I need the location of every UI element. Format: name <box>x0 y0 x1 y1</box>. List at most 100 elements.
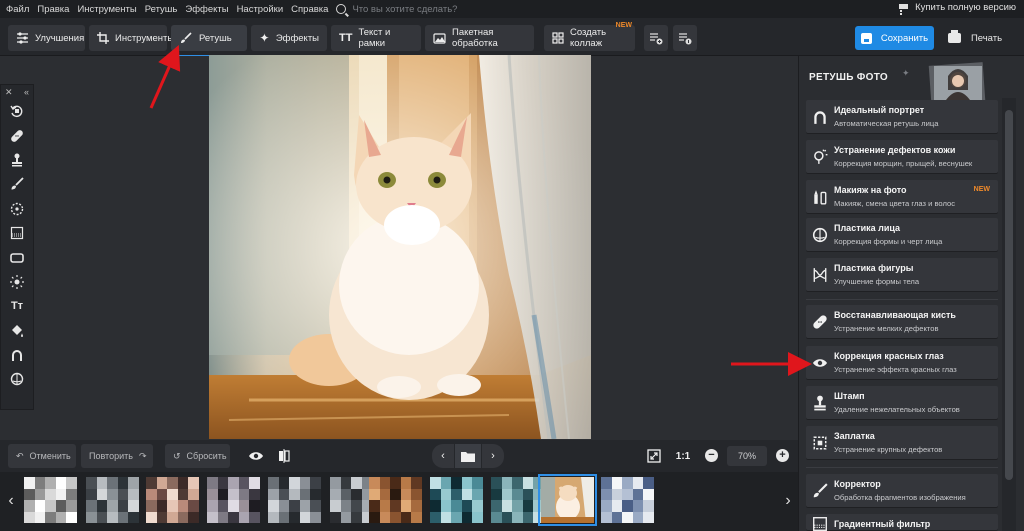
retouch-sample-photo <box>928 62 986 104</box>
sparkle-decor-icon: ✦ <box>902 68 910 78</box>
text-tool[interactable]: Tт <box>1 294 33 318</box>
selection-tool[interactable] <box>1 197 33 221</box>
retouch-card-makeup[interactable]: Макияж на фото Макияж, смена цвета глаз и… <box>806 180 998 214</box>
left-tool-dock: ✕ « Tт <box>0 84 34 410</box>
retouch-card-title: Устранение дефектов кожи <box>834 145 956 155</box>
retouch-card-subtitle: Макияж, смена цвета глаз и волос <box>834 199 956 208</box>
stamp-tool[interactable] <box>1 148 33 172</box>
rounded-rect-icon <box>10 252 24 263</box>
retouch-card-eye[interactable]: Коррекция красных глаз Устранение эффекта… <box>806 346 998 380</box>
zoom-value[interactable]: 70% <box>727 446 767 466</box>
filmstrip-thumbnail[interactable] <box>207 477 260 523</box>
tab-text-frames[interactable]: TT Текст и рамки <box>331 25 421 51</box>
filmstrip-thumbnail[interactable] <box>491 477 544 523</box>
redo-icon: ↷ <box>138 450 147 461</box>
zoom-in-button[interactable]: + <box>776 449 789 462</box>
bottom-bar: ↶ Отменить Повторить ↷ ↺ Сбросить ‹ › 1:… <box>0 440 798 472</box>
app-window: Файл Правка Инструменты Ретушь Эффекты Н… <box>0 0 1024 531</box>
tab-retouch[interactable]: Ретушь <box>171 25 247 57</box>
filmstrip-thumbnail[interactable] <box>24 477 77 523</box>
minus-icon: − <box>708 449 715 461</box>
preview-button[interactable] <box>246 444 266 468</box>
remove-layer-button[interactable] <box>673 25 697 51</box>
menu-effects[interactable]: Эффекты <box>181 4 232 15</box>
filmstrip-thumbnail[interactable] <box>146 477 199 523</box>
tab-collage[interactable]: Создать коллаж NEW <box>544 22 635 51</box>
retouch-card-gradient[interactable]: Градиентный фильтр <box>806 514 998 531</box>
face-shape-tool[interactable] <box>1 367 33 391</box>
filmstrip-thumbnail[interactable] <box>369 477 422 523</box>
tab-batch[interactable]: Пакетная обработка <box>425 25 534 51</box>
zoom-out-button[interactable]: − <box>705 449 718 462</box>
retouch-card-subtitle: Улучшение формы тела <box>834 277 920 286</box>
plus-icon: + <box>779 449 786 461</box>
tab-tools[interactable]: Инструменты <box>89 25 174 51</box>
prev-photo-button[interactable]: ‹ <box>432 444 454 468</box>
retouch-card-subtitle: Коррекция морщин, прыщей, веснушек <box>834 159 973 168</box>
redo-button[interactable]: Повторить ↷ <box>81 444 153 468</box>
filmstrip-thumbnail[interactable] <box>430 477 483 523</box>
retouch-card-patch[interactable]: Заплатка Устранение крупных дефектов <box>806 426 998 460</box>
remove-layers-icon <box>679 33 692 45</box>
retouch-card-skin[interactable]: Устранение дефектов кожи Коррекция морщин… <box>806 140 998 174</box>
reset-button[interactable]: ↺ Сбросить <box>165 444 230 468</box>
stamp-icon <box>812 395 828 411</box>
gradient-tool[interactable] <box>1 221 33 245</box>
retouch-panel-title: РЕТУШЬ ФОТО <box>809 72 888 83</box>
filmstrip-thumbnail-selected[interactable] <box>538 474 597 526</box>
actual-size-button[interactable]: 1:1 <box>672 444 694 468</box>
photo-canvas[interactable] <box>209 55 591 439</box>
retouch-card-portrait[interactable]: Идеальный портрет Автоматическая ретушь л… <box>806 100 998 134</box>
retouch-card-title: Коррекция красных глаз <box>834 351 944 361</box>
menu-help[interactable]: Справка <box>287 4 332 15</box>
retouch-card-subtitle: Автоматическая ретушь лица <box>834 119 939 128</box>
fill-tool[interactable] <box>1 319 33 343</box>
menu-file[interactable]: Файл <box>0 4 33 15</box>
retouch-card-brush[interactable]: Корректор Обработка фрагментов изображени… <box>806 474 998 508</box>
filmstrip-thumbnail[interactable] <box>268 477 321 523</box>
light-tool[interactable] <box>1 270 33 294</box>
reset-icon: ↺ <box>173 450 181 461</box>
search-input[interactable]: Что вы хотите сделать? <box>352 4 457 15</box>
menu-tools[interactable]: Инструменты <box>73 4 140 15</box>
tab-effects[interactable]: ✦ Эффекты <box>251 25 327 51</box>
search-box[interactable]: Что вы хотите сделать? <box>336 4 457 15</box>
compare-icon <box>279 449 290 463</box>
compare-button[interactable] <box>274 444 294 468</box>
chevron-left-icon: ‹ <box>441 450 445 462</box>
add-layer-button[interactable] <box>644 25 668 51</box>
retouch-card-subtitle: Устранение крупных дефектов <box>834 445 943 454</box>
vignette-tool[interactable] <box>1 245 33 269</box>
dock-collapse-icon[interactable]: « <box>24 87 29 97</box>
brush-tool[interactable] <box>1 172 33 196</box>
tab-enhance[interactable]: Улучшения <box>8 25 85 51</box>
filmstrip-next-button[interactable]: › <box>781 490 795 512</box>
undo-label: Отменить <box>29 451 71 461</box>
filmstrip-prev-button[interactable]: ‹ <box>4 490 18 512</box>
fit-screen-button[interactable] <box>644 444 664 468</box>
filmstrip-thumbnail[interactable] <box>601 477 654 523</box>
filmstrip-thumbnail[interactable] <box>86 477 139 523</box>
retouch-card-bandage[interactable]: Восстанавливающая кисть Устранение мелких… <box>806 305 998 339</box>
next-photo-button[interactable]: › <box>482 444 504 468</box>
portrait-tool[interactable] <box>1 343 33 367</box>
text-icon: Tт <box>10 300 24 313</box>
dock-close-icon[interactable]: ✕ <box>5 87 13 98</box>
open-folder-button[interactable] <box>455 444 481 468</box>
save-button[interactable]: Сохранить <box>855 26 934 50</box>
undo-button[interactable]: ↶ Отменить <box>8 444 76 468</box>
menu-settings[interactable]: Настройки <box>233 4 288 15</box>
retouch-card-figure[interactable]: Пластика фигуры Улучшение формы тела <box>806 258 998 292</box>
buy-full-link[interactable]: Купить полную версию <box>897 2 1016 13</box>
rotate-tool[interactable] <box>1 99 33 123</box>
portrait-icon <box>812 109 828 125</box>
retouch-card-stamp[interactable]: Штамп Удаление нежелательных объектов <box>806 386 998 420</box>
patch-icon <box>812 435 828 451</box>
retouch-panel-scroll-thumb[interactable] <box>1005 110 1013 480</box>
reset-label: Сбросить <box>186 451 227 461</box>
healing-tool[interactable] <box>1 123 33 147</box>
menu-retouch[interactable]: Ретушь <box>141 4 182 15</box>
menu-edit[interactable]: Правка <box>33 4 73 15</box>
print-button[interactable]: Печать <box>940 26 1010 50</box>
retouch-card-face-shape[interactable]: Пластика лица Коррекция формы и черт лица <box>806 218 998 252</box>
